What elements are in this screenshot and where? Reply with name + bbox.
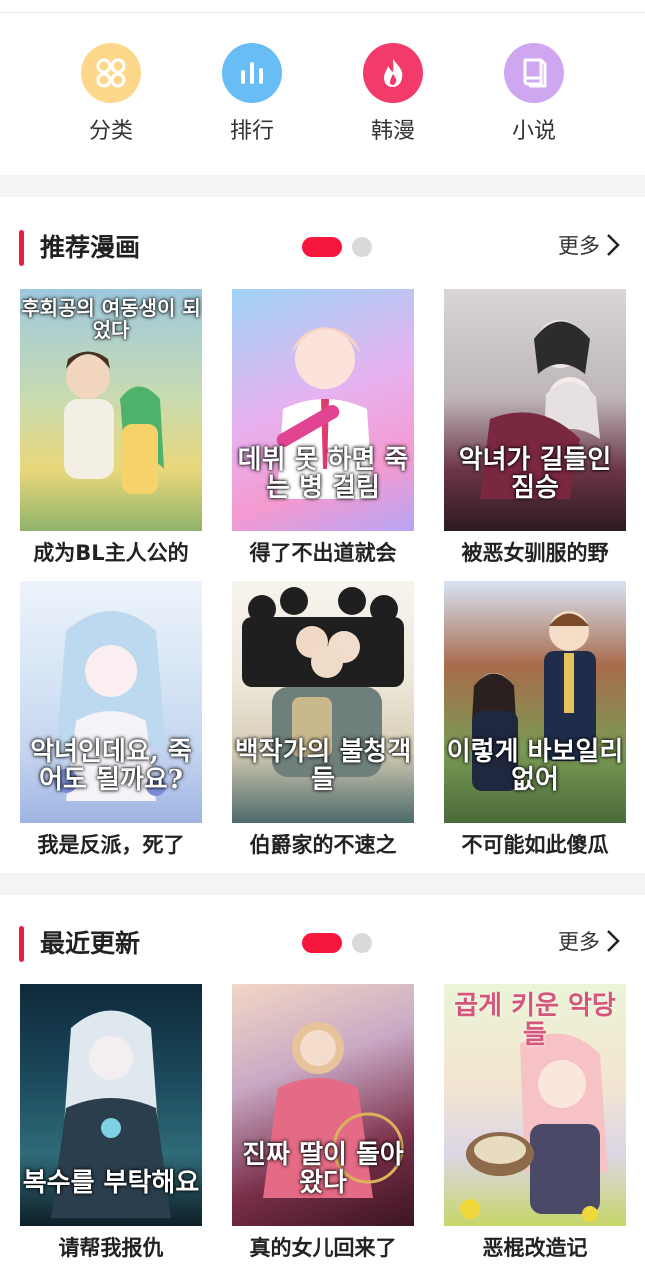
carousel-indicator[interactable] bbox=[352, 237, 372, 257]
comic-title: 被恶女驯服的野 bbox=[461, 541, 609, 565]
comic-cover[interactable]: 이렇게 바보일리 없어 bbox=[444, 581, 626, 823]
cover-title-text: 악녀인데요, 죽어도 될까요? bbox=[30, 736, 192, 796]
cover-title-text: 백작가의 불청객들 bbox=[234, 736, 412, 796]
section-gap bbox=[0, 873, 645, 895]
book-icon bbox=[504, 43, 564, 103]
comic-cover[interactable]: 복수를 부탁해요 bbox=[20, 984, 202, 1226]
cover-title-text: 악녀가 길들인 짐승 bbox=[458, 444, 612, 504]
flame-icon bbox=[363, 43, 423, 103]
comic-title: 请帮我报仇 bbox=[58, 1236, 164, 1260]
comic-cover[interactable]: 후회공의 여동생이 되었다 bbox=[20, 289, 202, 531]
section-accent-bar bbox=[19, 926, 24, 962]
comic-card[interactable]: 데뷔 못 하면 죽는 병 걸림 得了不出道就会 bbox=[232, 289, 414, 567]
carousel-indicator-active[interactable] bbox=[302, 933, 342, 953]
comic-card[interactable]: 곱게 키운 악당들 恶棍改造记 bbox=[444, 984, 626, 1262]
nav-category[interactable]: 分类 bbox=[66, 43, 156, 145]
comic-cover[interactable]: 백작가의 불청객들 bbox=[232, 581, 414, 823]
cover-title-text: 후회공의 여동생이 되었다 bbox=[21, 296, 201, 342]
comic-title: 伯爵家的不速之 bbox=[249, 833, 397, 857]
section-title: 最近更新 bbox=[40, 929, 141, 958]
cover-title-text: 복수를 부탁해요 bbox=[22, 1168, 200, 1199]
comic-cover[interactable]: 악녀가 길들인 짐승 bbox=[444, 289, 626, 531]
nav-novel[interactable]: 小说 bbox=[489, 43, 579, 145]
chevron-right-icon bbox=[607, 234, 620, 256]
carousel-indicator[interactable] bbox=[352, 933, 372, 953]
chevron-right-icon bbox=[607, 930, 620, 952]
comic-card[interactable]: 이렇게 바보일리 없어 不可能如此傻瓜 bbox=[444, 581, 626, 859]
more-label: 更多 bbox=[558, 930, 600, 954]
section-gap bbox=[0, 175, 645, 197]
comic-card[interactable]: 후회공의 여동생이 되었다 成为BL主人公的 bbox=[20, 289, 202, 567]
comic-card[interactable]: 악녀가 길들인 짐승 被恶女驯服的野 bbox=[444, 289, 626, 567]
comic-card[interactable]: 복수를 부탁해요 请帮我报仇 bbox=[20, 984, 202, 1262]
comic-title: 真的女儿回来了 bbox=[249, 1236, 397, 1260]
bar-chart-icon bbox=[222, 43, 282, 103]
nav-ranking-label: 排行 bbox=[229, 119, 274, 144]
cover-title-text: 곱게 키운 악당들 bbox=[454, 991, 616, 1050]
comic-title: 恶棍改造记 bbox=[482, 1236, 588, 1260]
nav-korean-comics-label: 韩漫 bbox=[370, 119, 415, 144]
comic-title: 得了不出道就会 bbox=[249, 541, 397, 565]
grid-icon bbox=[81, 43, 141, 103]
recommended-header: 推荐漫画 更多 bbox=[0, 222, 645, 272]
section-title: 推荐漫画 bbox=[40, 233, 141, 262]
category-nav: 分类 排行 韩漫 小说 bbox=[0, 13, 645, 175]
comic-title: 我是反派，死了 bbox=[37, 833, 185, 857]
comic-cover[interactable]: 악녀인데요, 죽어도 될까요? bbox=[20, 581, 202, 823]
comic-cover[interactable]: 곱게 키운 악당들 bbox=[444, 984, 626, 1226]
comic-cover[interactable]: 데뷔 못 하면 죽는 병 걸림 bbox=[232, 289, 414, 531]
section-accent-bar bbox=[19, 230, 24, 266]
more-link[interactable]: 更多 bbox=[558, 230, 620, 260]
cover-title-text: 데뷔 못 하면 죽는 병 걸림 bbox=[237, 444, 409, 504]
comic-card[interactable]: 백작가의 불청객들 伯爵家的不速之 bbox=[232, 581, 414, 859]
more-link[interactable]: 更多 bbox=[558, 926, 620, 956]
comic-card[interactable]: 악녀인데요, 죽어도 될까요? 我是反派，死了 bbox=[20, 581, 202, 859]
carousel-indicator-active[interactable] bbox=[302, 237, 342, 257]
nav-novel-label: 小说 bbox=[511, 119, 556, 144]
more-label: 更多 bbox=[558, 234, 600, 258]
cover-title-text: 이렇게 바보일리 없어 bbox=[446, 736, 624, 796]
comic-cover[interactable]: 진짜 딸이 돌아왔다 bbox=[232, 984, 414, 1226]
comic-title: 成为BL主人公的 bbox=[33, 541, 189, 565]
nav-category-label: 分类 bbox=[88, 119, 133, 144]
cover-title-text: 진짜 딸이 돌아왔다 bbox=[242, 1139, 404, 1199]
nav-korean-comics[interactable]: 韩漫 bbox=[348, 43, 438, 145]
comic-card[interactable]: 진짜 딸이 돌아왔다 真的女儿回来了 bbox=[232, 984, 414, 1262]
nav-ranking[interactable]: 排行 bbox=[207, 43, 297, 145]
recent-header: 最近更新 更多 bbox=[0, 918, 645, 968]
comic-title: 不可能如此傻瓜 bbox=[461, 833, 609, 857]
